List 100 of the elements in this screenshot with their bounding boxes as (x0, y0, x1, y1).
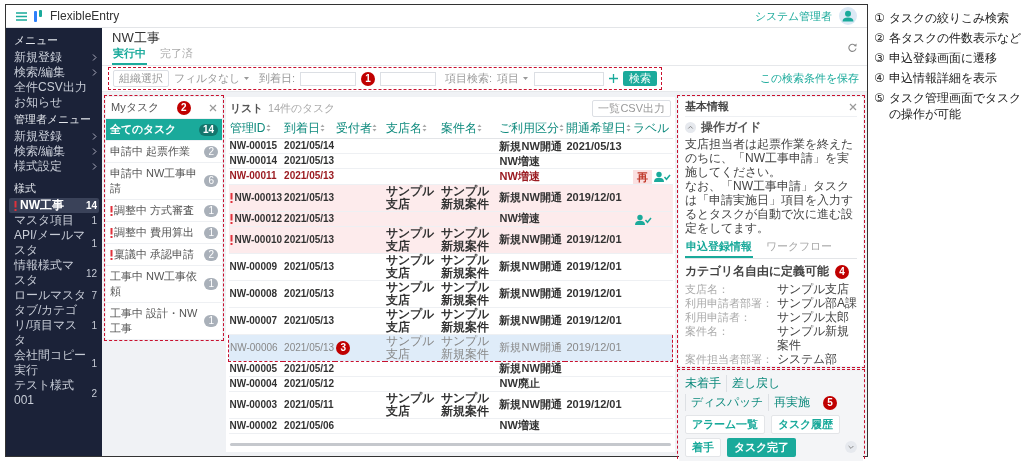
horizontal-scrollbar[interactable] (230, 443, 671, 446)
tab[interactable]: ワークフロー (765, 239, 833, 258)
org-button[interactable]: 組織選択 (113, 70, 169, 87)
column-header[interactable]: 案件名 (439, 119, 499, 139)
save-search-link[interactable]: この検索条件を保存 (760, 71, 859, 86)
sidebar-item[interactable]: お知らせ (6, 95, 102, 110)
date-field[interactable] (380, 71, 437, 86)
table-cell: NW-00010 (234, 233, 283, 245)
close-icon[interactable] (209, 103, 217, 112)
column-header[interactable]: ラベル (632, 119, 673, 139)
table-cell: 新規NW開通 (499, 287, 562, 300)
table-cell: 2019/12/01 (566, 287, 622, 300)
panel-title: 基本情報 (685, 99, 729, 114)
table-cell: サンプル新規案件 (440, 252, 489, 280)
column-header[interactable]: 到着日 (283, 119, 336, 139)
action-link[interactable]: 未着手 (685, 375, 726, 392)
table-cell: 新規NW開通 (499, 233, 562, 246)
chevron-down-icon[interactable] (845, 441, 857, 453)
guide-title: 操作ガイド (701, 119, 761, 136)
table-cell: 新規NW開通 (499, 314, 562, 327)
table-cell: 2019/12/01 (566, 191, 622, 204)
table-cell: サンプル支店 (386, 225, 435, 253)
action-button[interactable]: アラーム一覧 (685, 415, 765, 434)
search-field[interactable] (534, 71, 605, 86)
table-cell: サンプル支店 (386, 183, 435, 211)
table-cell: サンプル新規案件 (440, 333, 489, 361)
action-button[interactable]: タスク履歴 (771, 415, 840, 434)
task-filter-item[interactable]: 申請中 起票作業 (110, 144, 202, 159)
sidebar-item[interactable]: テスト様式001 2 (6, 378, 102, 408)
column-header[interactable]: 受付者 (335, 119, 386, 139)
sidebar-item[interactable]: タブ/カテゴリ/項目マスタ 1 (6, 303, 102, 348)
count-badge: 2 (204, 248, 218, 261)
filter-select[interactable]: フィルタなし (174, 71, 250, 86)
sidebar-heading: 管理者メニュー (13, 112, 92, 127)
sidebar-item[interactable]: NW工事 14 (9, 198, 99, 213)
table-cell: NW増速 (499, 154, 540, 167)
sidebar-item[interactable]: 新規登録 (6, 129, 102, 144)
column-header[interactable]: 支店名 (385, 119, 440, 139)
task-filter-item[interactable]: 全てのタスク (110, 122, 196, 137)
field-select[interactable]: 項目 (497, 71, 530, 86)
column-header[interactable]: ご利用区分 (498, 119, 566, 139)
date-field[interactable] (300, 71, 357, 86)
chevron-up-icon[interactable] (685, 122, 696, 133)
table-cell: 新規NW開通 (499, 362, 562, 375)
action-button[interactable]: タスク完了 (727, 438, 796, 457)
caret-down-icon (522, 76, 530, 81)
table-cell: サンプル支店 (386, 306, 435, 334)
action-link[interactable]: 差し戻し (726, 375, 785, 392)
table-cell: NW-00012 (234, 212, 283, 224)
action-link[interactable]: 再実施 (768, 394, 815, 411)
sidebar-item[interactable]: 検索/編集 (6, 144, 102, 159)
table-cell: NW-00005 (229, 362, 278, 374)
item-count: 12 (85, 266, 97, 281)
table-cell: サンプル新規案件 (440, 306, 489, 334)
table-cell: NW-00007 (229, 314, 278, 326)
action-button[interactable]: 着手 (685, 438, 721, 457)
table-cell: 2021/05/13 (284, 212, 335, 224)
column-header[interactable]: 開通希望日 (565, 119, 633, 139)
sidebar-item[interactable]: 新規登録 (6, 50, 102, 65)
table-cell: 新規NW開通 (499, 260, 562, 273)
sidebar-item[interactable]: ロールマスタ 7 (6, 288, 102, 303)
sidebar-item[interactable]: マスタ項目 1 (6, 213, 102, 228)
task-filter-item[interactable]: 申請中 NW工事申請 (110, 166, 202, 196)
table-cell: 2021/05/12 (284, 362, 335, 374)
task-filter-item[interactable]: 調整中 費用算出 (110, 225, 202, 240)
field-label: 利用申請者： (685, 310, 752, 324)
search-button[interactable]: 検索 (623, 71, 658, 86)
menu-icon[interactable] (16, 11, 27, 21)
task-filter-item[interactable]: 工事中 NW工事依頼 (110, 269, 202, 299)
table-cell: 2019/12/01 (566, 341, 622, 354)
table-cell: サンプル新規案件 (440, 225, 489, 253)
close-icon[interactable] (849, 102, 857, 111)
table-cell: 2021/05/13 (284, 314, 335, 326)
table-cell: NW-00014 (229, 155, 278, 166)
task-filter-item[interactable]: 工事中 設計・NW工事 (110, 306, 202, 336)
table-cell: NW増速 (499, 419, 540, 432)
user-name[interactable]: システム管理者 (755, 8, 832, 24)
sidebar-item[interactable]: 様式設定 (6, 159, 102, 174)
refresh-icon[interactable] (848, 43, 857, 52)
task-filter-item[interactable]: 調整中 方式審査 (110, 203, 202, 218)
sidebar-heading: 様式 (13, 181, 37, 196)
sidebar-item[interactable]: 全件CSV出力 (6, 80, 102, 95)
tab[interactable]: 申込登録情報 (685, 239, 753, 258)
table-cell: 2021/05/14 (284, 140, 335, 151)
logo-icon (34, 10, 43, 22)
column-header[interactable]: 管理ID (228, 119, 284, 139)
table-cell: NW-00002 (229, 419, 278, 431)
item-count: 1 (91, 356, 97, 371)
field-label: 項目検索: (445, 71, 493, 86)
field-value: サンプル太郎 (777, 310, 850, 324)
action-link[interactable]: ディスパッチ (685, 394, 768, 411)
task-filter-item[interactable]: 稟議中 承認申請 (110, 247, 202, 262)
plus-icon[interactable] (609, 74, 619, 83)
sidebar-item[interactable]: 検索/編集 (6, 65, 102, 80)
item-count: 7 (91, 289, 97, 303)
csv-export-button[interactable]: 一覧CSV出力 (592, 100, 671, 117)
tab[interactable]: 完了済 (159, 46, 194, 65)
table-cell: 2019/12/01 (566, 314, 622, 327)
table-cell: サンプル新規案件 (440, 390, 489, 418)
avatar-icon[interactable] (839, 7, 857, 25)
